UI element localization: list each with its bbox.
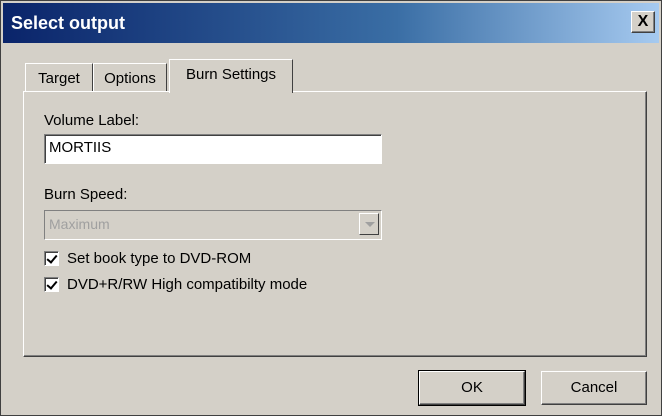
title-bar[interactable]: Select output X (3, 3, 659, 43)
book-type-checkbox[interactable] (44, 250, 59, 266)
ok-button[interactable]: OK (418, 370, 526, 406)
volume-label-input[interactable]: MORTIIS (44, 134, 382, 164)
tab-burn-settings[interactable]: Burn Settings (169, 59, 293, 93)
cancel-button[interactable]: Cancel (541, 371, 647, 405)
close-button[interactable]: X (631, 11, 655, 33)
burn-speed-value: Maximum (49, 216, 110, 232)
select-output-dialog: Select output X Target Options Burn Sett… (0, 0, 662, 416)
high-compat-row[interactable]: DVD+R/RW High compatibilty mode (44, 274, 307, 294)
book-type-label: Set book type to DVD-ROM (67, 249, 252, 267)
book-type-row[interactable]: Set book type to DVD-ROM (44, 248, 251, 268)
volume-label-caption: Volume Label: (44, 112, 140, 129)
dropdown-arrow-icon[interactable] (359, 213, 379, 235)
high-compat-checkbox[interactable] (44, 276, 59, 292)
burn-speed-select[interactable]: Maximum (44, 210, 382, 240)
tab-options[interactable]: Options (93, 63, 167, 91)
window-title: Select output (11, 13, 126, 33)
burn-settings-panel: Volume Label: MORTIIS Burn Speed: Maximu… (23, 91, 647, 357)
burn-speed-caption: Burn Speed: (44, 186, 128, 203)
tab-target[interactable]: Target (25, 63, 93, 91)
high-compat-label: DVD+R/RW High compatibilty mode (67, 275, 308, 293)
